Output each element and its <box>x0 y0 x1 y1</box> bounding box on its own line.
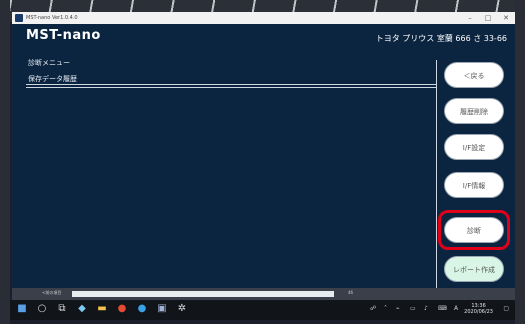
delete-history-button[interactable]: 履歴削除 <box>444 98 504 124</box>
create-report-button[interactable]: レポート作成 <box>444 256 504 282</box>
windows-taskbar: ■ ○ ⧉ ◆ ▬ ● ● ▣ ✲ ☍ ˄ ⌁ ▭ ♪ ⌨ A 13:36 20… <box>10 300 515 320</box>
app-window: MST-nano Ver1.0.4.0 – □ ✕ MST-nano トヨタ プ… <box>12 12 515 300</box>
tray-overflow-icon[interactable]: ˄ <box>384 305 387 312</box>
breadcrumb-diagnosis-menu: 診断メニュー <box>28 59 70 67</box>
task-view-icon[interactable]: ⧉ <box>56 303 68 315</box>
vehicle-info: トヨタ プリウス 室蘭 666 さ 33-66 <box>375 34 507 43</box>
ime-indicator[interactable]: A <box>454 305 458 312</box>
status-zoom: 46 <box>348 290 354 295</box>
status-prev-item[interactable]: <前の項目 <box>42 290 61 296</box>
window-title: MST-nano Ver1.0.4.0 <box>26 15 78 21</box>
header-divider <box>26 84 436 88</box>
back-button[interactable]: ＜戻る <box>444 62 504 88</box>
edge-icon[interactable]: ● <box>136 303 148 315</box>
search-icon[interactable]: ○ <box>36 303 48 315</box>
sidebar-divider <box>436 60 437 290</box>
diagnose-highlight-annotation <box>438 210 510 250</box>
settings-gear-icon[interactable]: ✲ <box>176 303 188 315</box>
app-icon <box>15 14 23 22</box>
volume-icon[interactable]: ♪ <box>424 305 428 312</box>
status-scroll-track[interactable] <box>72 291 334 297</box>
file-explorer-icon[interactable]: ▬ <box>96 303 108 315</box>
maximize-button[interactable]: □ <box>479 12 497 24</box>
photo-frame-left <box>0 0 10 324</box>
clock-date: 2020/06/23 <box>464 309 493 315</box>
taskbar-clock[interactable]: 13:36 2020/06/23 <box>464 303 493 315</box>
if-settings-button[interactable]: I/F設定 <box>444 134 504 160</box>
notification-icon[interactable]: ▢ <box>503 305 509 312</box>
keyboard-icon[interactable]: ⌨ <box>438 305 447 312</box>
status-bar: <前の項目 46 <box>12 288 515 300</box>
windows-start-icon[interactable]: ■ <box>16 303 28 315</box>
if-info-button[interactable]: I/F情報 <box>444 172 504 198</box>
minimize-button[interactable]: – <box>461 12 479 24</box>
breadcrumb-saved-history: 保存データ履歴 <box>28 75 77 83</box>
network-icon[interactable]: ⌁ <box>396 305 400 312</box>
photo-frame-right <box>515 0 525 324</box>
chrome-icon[interactable]: ● <box>116 303 128 315</box>
close-button[interactable]: ✕ <box>497 12 515 24</box>
app-brand: MST-nano <box>26 28 101 43</box>
app-pinned-icon[interactable]: ◆ <box>76 303 88 315</box>
app-header: MST-nano トヨタ プリウス 室蘭 666 さ 33-66 <box>12 24 515 50</box>
people-icon[interactable]: ☍ <box>370 305 376 312</box>
battery-icon[interactable]: ▭ <box>410 305 416 312</box>
title-bar: MST-nano Ver1.0.4.0 – □ ✕ <box>12 12 515 24</box>
mst-nano-taskbar-icon[interactable]: ▣ <box>156 303 168 315</box>
